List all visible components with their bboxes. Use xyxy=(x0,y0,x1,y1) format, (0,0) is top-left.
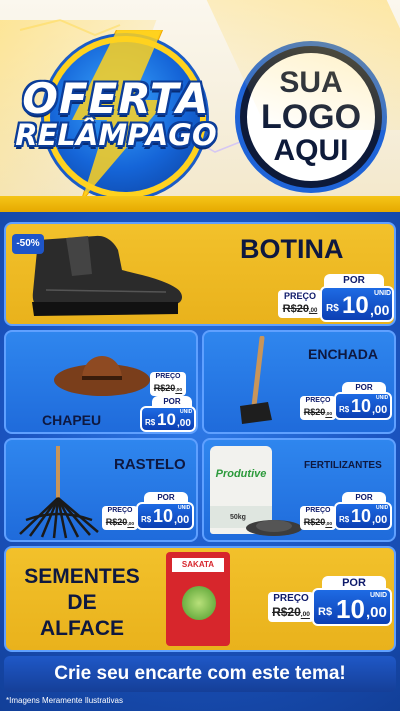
old-price-int: R$20 xyxy=(303,517,326,527)
old-price-dec: ,00 xyxy=(325,522,333,527)
price-dec: ,00 xyxy=(177,418,191,429)
product-card-botina[interactable]: -50% BOTINA POR PREÇO R$20,00 R$ 10 ,00 … xyxy=(4,222,396,326)
price-dec: ,00 xyxy=(370,302,390,318)
product-title-chapeu: CHAPEU xyxy=(42,412,102,428)
price-dec: ,00 xyxy=(372,514,388,526)
unit-label: UNID xyxy=(370,592,388,599)
cta-banner[interactable]: Crie seu encarte com este tema! xyxy=(4,656,396,692)
product-card-fertilizantes[interactable]: Produtive 50kg FERTILIZANTES POR PREÇO R… xyxy=(202,438,396,542)
unit-label: UNID xyxy=(376,505,389,511)
preco-box: PREÇO R$20,00 xyxy=(268,592,314,622)
price-tag-chapeu: R$ 10 ,00 UNID xyxy=(140,406,196,432)
logo-line-1: SUA xyxy=(279,66,343,99)
price-dec: ,00 xyxy=(366,604,387,621)
logo-line-2: LOGO xyxy=(260,98,362,136)
rake-image xyxy=(19,446,99,539)
old-price-int: R$20 xyxy=(282,303,309,315)
old-price-dec: ,00 xyxy=(325,412,333,417)
discount-badge: -50% xyxy=(12,234,44,254)
price-tag-botina: R$ 10 ,00 UNID xyxy=(320,286,394,322)
product-title-rastelo: RASTELO xyxy=(114,456,186,473)
product-title-botina: BOTINA xyxy=(240,234,344,264)
header-divider-strip xyxy=(0,196,400,212)
price-tag-rastelo: R$ 10 ,00 UNID xyxy=(136,502,194,530)
unit-label: UNID xyxy=(376,395,389,401)
currency-label: R$ xyxy=(145,418,156,427)
preco-box: PREÇO R$20,00 xyxy=(102,506,138,530)
old-price-int: R$20 xyxy=(272,605,301,619)
old-price-dec: ,00 xyxy=(308,308,318,314)
price-tag-sementes: R$ 10 ,00 UNID xyxy=(312,588,392,626)
currency-label: R$ xyxy=(326,303,339,314)
old-price-dec: ,00 xyxy=(127,522,135,527)
preco-label: PREÇO xyxy=(305,397,331,404)
product-title-fertilizantes: FERTILIZANTES xyxy=(304,460,382,471)
preco-box: PREÇO R$20,00 xyxy=(278,290,322,318)
price-int: 10 xyxy=(342,292,369,319)
currency-label: R$ xyxy=(318,606,333,618)
old-price: R$20,00 xyxy=(278,302,322,318)
product-card-sementes[interactable]: SEMENTES DE ALFACE SAKATA POR PREÇO R$20… xyxy=(4,546,396,652)
unit-label: UNID xyxy=(180,409,193,415)
price-int: 10 xyxy=(157,410,176,429)
old-price-int: R$20 xyxy=(303,407,326,417)
logo-placeholder: SUA LOGO AQUI xyxy=(240,46,382,188)
seed-pack-image: SAKATA xyxy=(166,552,230,646)
preco-label: PREÇO xyxy=(155,373,181,380)
product-card-rastelo[interactable]: RASTELO POR PREÇO R$20,00 R$ 10 ,00 UNID xyxy=(4,438,198,542)
product-card-enchada[interactable]: ENCHADA POR PREÇO R$20,00 R$ 10 ,00 UNID xyxy=(202,330,396,434)
offer-subtitle: RELÂMPAGO xyxy=(15,118,217,152)
pack-brand: SAKATA xyxy=(172,558,224,572)
hat-image xyxy=(54,356,150,396)
preco-label: PREÇO xyxy=(273,593,309,604)
fertilizer-pile-image xyxy=(246,520,302,536)
title-line-3: ALFACE xyxy=(40,617,124,640)
old-price-int: R$20 xyxy=(105,517,128,527)
disclaimer-text: *Imagens Meramente Ilustrativas xyxy=(6,696,123,705)
preco-label: PREÇO xyxy=(283,291,316,301)
price-dec: ,00 xyxy=(174,514,190,526)
preco-box: PREÇO R$20,00 xyxy=(300,506,336,530)
currency-label: R$ xyxy=(339,405,350,414)
preco-box: PREÇO R$20,00 xyxy=(300,396,336,420)
title-line-1: SEMENTES xyxy=(24,565,140,588)
price-tag-enchada: R$ 10 ,00 UNID xyxy=(334,392,392,420)
unit-label: UNID xyxy=(374,290,392,297)
bag-brand: Produtive xyxy=(215,468,267,480)
logo-line-3: AQUI xyxy=(273,134,349,167)
price-int: 10 xyxy=(351,506,372,526)
unit-label: UNID xyxy=(178,505,191,511)
preco-label: PREÇO xyxy=(107,507,133,514)
currency-label: R$ xyxy=(141,515,152,524)
old-price-int: R$20 xyxy=(153,383,176,393)
price-int: 10 xyxy=(336,594,365,624)
price-tag-fertilizantes: R$ 10 ,00 UNID xyxy=(334,502,392,530)
currency-label: R$ xyxy=(339,515,350,524)
price-int: 10 xyxy=(153,506,174,526)
lettuce-icon xyxy=(182,586,216,620)
product-title-enchada: ENCHADA xyxy=(308,346,378,362)
old-price-dec: ,00 xyxy=(175,388,183,393)
preco-box: PREÇO R$20,00 xyxy=(150,372,186,396)
hoe-image xyxy=(240,336,272,424)
product-card-chapeu[interactable]: CHAPEU PREÇO R$20,00 POR R$ 10 ,00 UNID xyxy=(4,330,198,434)
title-line-2: DE xyxy=(67,591,97,614)
price-dec: ,00 xyxy=(372,404,388,416)
header-banner: OFERTA RELÂMPAGO SUA LOGO AQUI xyxy=(0,0,400,212)
offer-title: OFERTA xyxy=(22,74,210,123)
price-int: 10 xyxy=(351,396,372,416)
preco-label: PREÇO xyxy=(305,507,331,514)
old-price-dec: ,00 xyxy=(300,611,310,618)
product-title-sementes: SEMENTES DE ALFACE xyxy=(10,564,154,642)
boot-image xyxy=(32,235,182,316)
